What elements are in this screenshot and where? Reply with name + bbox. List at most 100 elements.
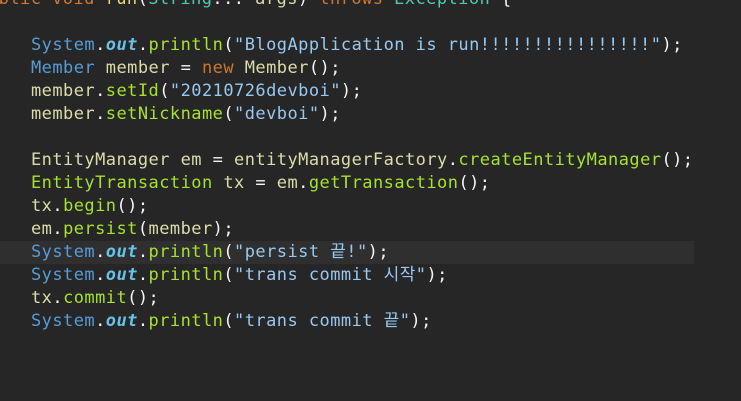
token-var-tx: tx [223,173,245,193]
token-dot: . [52,288,64,308]
token-println: println [148,311,224,331]
keyword-throws: throws [319,0,394,9]
token-var-em: em [31,219,53,239]
type-exception: Exception [394,0,490,9]
token-dot: . [298,173,309,193]
token-assign: = [169,58,202,78]
token-var-tx: tx [31,196,53,216]
token-dot: . [52,219,64,239]
token-var-member: member [105,58,170,78]
token-end: (); [661,150,694,170]
token-var-member: member [148,219,213,239]
token-begin: begin [63,196,117,216]
token-type-member: Member [31,58,96,78]
code-line-4[interactable]: member.setNickname("devboi"); [0,103,694,126]
token-end: ); [319,104,341,124]
token-dot: . [95,242,106,262]
token-dot: . [137,265,149,285]
token-dot: . [137,242,149,262]
token-new: new [201,58,235,78]
code-line-1[interactable]: System.out.println("BlogApplication is r… [0,34,694,57]
token-println: println [148,35,224,55]
token-end: ); [212,219,235,239]
token-create-em: createEntityManager [458,150,662,170]
token-dot: . [95,104,106,124]
token-var-member: member [31,81,96,101]
token-string: "20210726devboi" [169,81,341,101]
varargs: ... [212,0,255,9]
token-end: ); [340,81,363,101]
token-out: out [105,265,138,285]
token-assign: = [201,150,235,170]
token-println: println [148,242,224,262]
token-paren: ( [223,265,235,285]
token-paren: ( [223,311,235,331]
paren-close: ) [298,0,319,9]
token-string: "trans commit 시작" [234,265,427,285]
token-dot: . [95,311,106,331]
code-line-10[interactable]: System.out.println("trans commit 시작"); [0,264,694,287]
token-paren: ( [223,242,235,262]
code-line-2[interactable]: Member member = new Member(); [0,57,694,80]
token-end: (); [308,58,341,78]
code-line-8[interactable]: em.persist(member); [0,218,694,241]
token-commit: commit [63,288,128,308]
code-line-9-current[interactable]: System.out.println("persist 끝!"); [0,241,694,264]
code-line-3[interactable]: member.setId("20210726devboi"); [0,80,694,103]
token-paren: ( [137,219,149,239]
token-gettransaction: getTransaction [308,173,459,193]
token-dot: . [95,265,106,285]
token-out: out [105,311,138,331]
code-line-signature[interactable]: ublic void run(String... args) throws Ex… [0,0,694,11]
token-factory: entityManagerFactory [234,150,448,170]
token-println: println [148,265,224,285]
token-out: out [105,242,138,262]
method-name-run: run [106,0,138,9]
token-system: System [31,35,96,55]
token-end: ); [410,311,432,331]
code-line-6[interactable]: EntityTransaction tx = em.getTransaction… [0,172,694,195]
token-setid: setId [105,81,160,101]
token-end: ); [367,242,390,262]
token-setnickname: setNickname [105,104,224,124]
token-system: System [31,311,96,331]
code-line-11[interactable]: tx.commit(); [0,287,694,310]
token-persist: persist [63,219,138,239]
token-end: (); [458,173,491,193]
token-dot: . [95,35,106,55]
token-var-em: em [276,173,299,193]
token-string: "BlogApplication is run!!!!!!!!!!!!!!!!" [234,35,662,55]
token-paren: ( [223,35,235,55]
token-string: "devboi" [234,104,320,124]
code-line-12[interactable]: System.out.println("trans commit 끝"); [0,310,694,333]
token-end: ); [661,35,683,55]
keyword-public-fragment: ublic void [0,0,106,9]
token-out: out [105,35,138,55]
token-paren: ( [159,81,170,101]
code-line-7[interactable]: tx.begin(); [0,195,694,218]
token-paren: ( [223,104,235,124]
token-var-tx: tx [31,288,53,308]
token-dot: . [137,311,149,331]
token-dot: . [137,35,149,55]
token-system: System [31,242,96,262]
token-var-em: em [180,150,202,170]
code-line-5[interactable]: EntityManager em = entityManagerFactory.… [0,149,694,172]
token-dot: . [52,196,64,216]
code-content[interactable]: ublic void run(String... args) throws Ex… [0,0,694,333]
token-end: (); [127,288,160,308]
token-dot: . [447,150,459,170]
token-end: (); [116,196,149,216]
token-ctor-member: Member [244,58,309,78]
token-string: "persist 끝!" [234,242,368,262]
paren-open: ( [138,0,149,9]
token-end: ); [426,265,448,285]
brace-open: { [490,0,511,9]
token-var-member: member [31,104,96,124]
code-editor[interactable]: ublic void run(String... args) throws Ex… [0,0,741,401]
